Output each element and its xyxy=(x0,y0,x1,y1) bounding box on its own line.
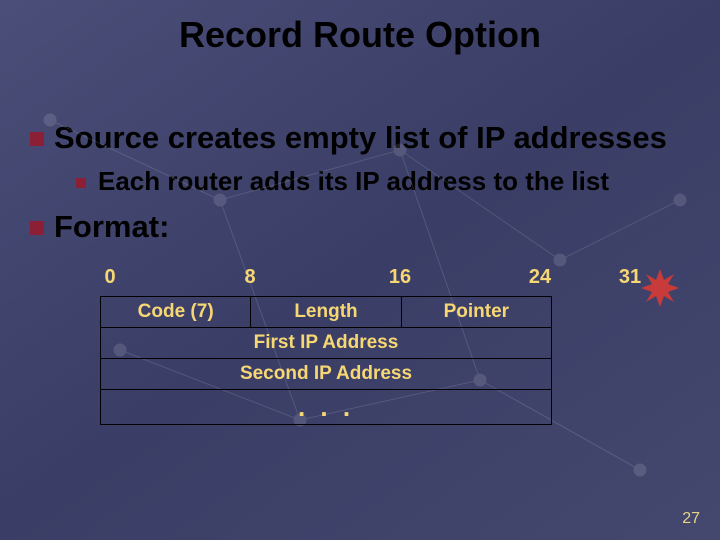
slide: Record Route Option Source creates empty… xyxy=(0,0,720,540)
scale-tick-16: 16 xyxy=(389,266,411,289)
bullet2-text: Each router adds its IP address to the l… xyxy=(98,166,609,197)
cell-code: Code (7) xyxy=(101,297,251,327)
bit-scale: 0 8 16 24 31 xyxy=(100,266,620,292)
table-row: Second IP Address xyxy=(101,358,551,389)
bullet1-text: Source creates empty list of IP addresse… xyxy=(54,120,667,156)
cell-second-ip: Second IP Address xyxy=(101,359,551,389)
bullet3-text: Format: xyxy=(54,209,169,245)
scale-tick-8: 8 xyxy=(244,266,255,289)
starburst-icon xyxy=(640,268,680,318)
scale-tick-31: 31 xyxy=(619,266,641,289)
bullet-square-icon xyxy=(30,221,44,235)
table-row: First IP Address xyxy=(101,327,551,358)
cell-pointer: Pointer xyxy=(402,297,551,327)
page-number: 27 xyxy=(682,510,700,528)
cell-ellipsis: . . . xyxy=(101,390,551,424)
table-row: Code (7) Length Pointer xyxy=(101,297,551,327)
bullet-square-icon xyxy=(30,132,44,146)
bullet-level1: Format: xyxy=(30,209,690,245)
content-area: Source creates empty list of IP addresse… xyxy=(0,56,720,245)
bullet-level1: Source creates empty list of IP addresse… xyxy=(30,120,690,156)
slide-title: Record Route Option xyxy=(0,0,720,56)
table-row: . . . xyxy=(101,389,551,424)
cell-length: Length xyxy=(251,297,401,327)
scale-tick-0: 0 xyxy=(104,266,115,289)
format-table: Code (7) Length Pointer First IP Address… xyxy=(100,296,552,425)
bullet-small-square-icon xyxy=(76,178,86,188)
scale-tick-24: 24 xyxy=(529,266,551,289)
bullet-level2: Each router adds its IP address to the l… xyxy=(76,166,690,197)
format-diagram: 0 8 16 24 31 Code (7) Length Pointer Fir… xyxy=(100,266,620,425)
cell-first-ip: First IP Address xyxy=(101,328,551,358)
